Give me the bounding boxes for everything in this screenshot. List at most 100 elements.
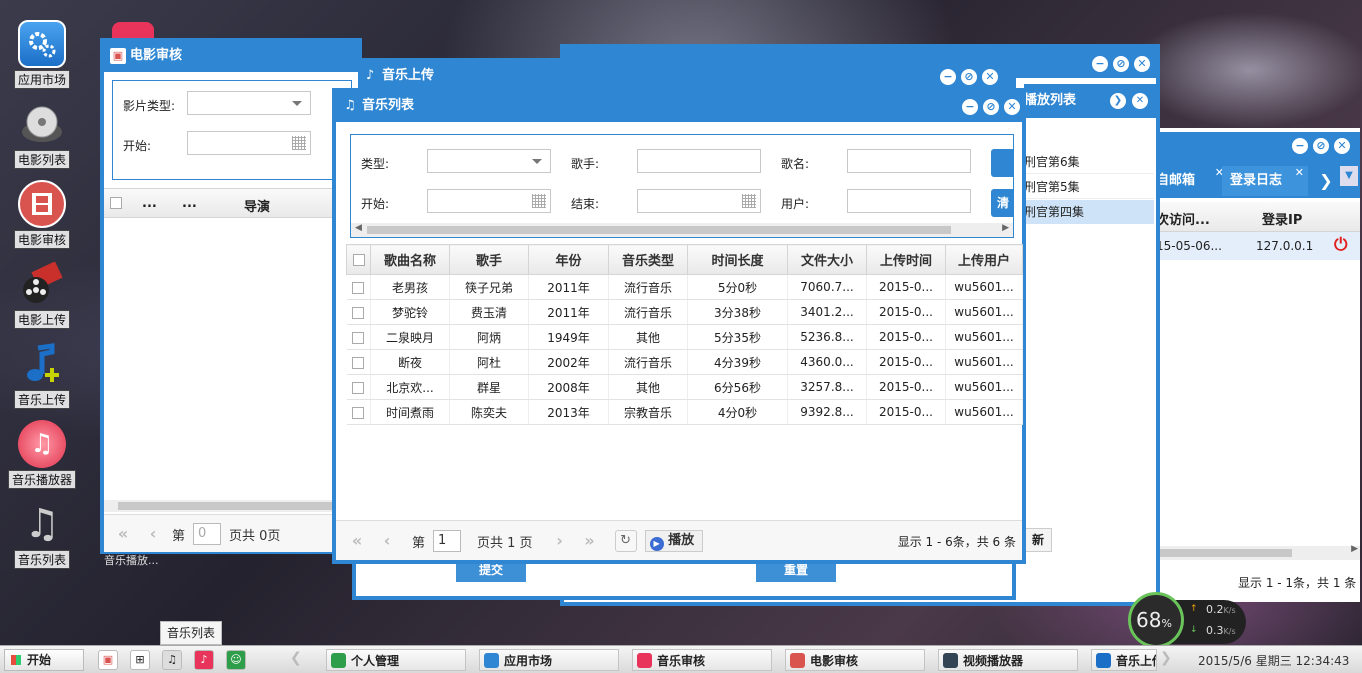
horizontal-scrollbar[interactable]: ◀ ▶ xyxy=(351,223,1013,237)
minimize-button[interactable]: − xyxy=(962,99,978,115)
maximize-button[interactable]: ⊘ xyxy=(1313,138,1329,154)
row-checkbox[interactable] xyxy=(352,406,365,419)
start-date-input[interactable] xyxy=(187,131,311,155)
quick-launch-music-list[interactable]: ♫ xyxy=(162,650,182,670)
row-checkbox[interactable] xyxy=(352,306,365,319)
row-checkbox-cell[interactable] xyxy=(346,274,371,300)
row-checkbox[interactable] xyxy=(352,331,365,344)
first-page-icon[interactable]: « xyxy=(346,530,368,552)
desktop-icon-music-list[interactable]: ♫ 音乐列表 xyxy=(6,500,78,569)
select-all-checkbox[interactable] xyxy=(352,253,365,266)
taskbar-item-movie-review[interactable]: 电影审核 xyxy=(785,649,925,671)
desktop-icon-music-upload[interactable]: 音乐上传 xyxy=(6,340,78,409)
row-checkbox[interactable] xyxy=(352,356,365,369)
table-row[interactable]: 断夜 阿杜 2002年 流行音乐 4分39秒 4360.0... 2015-0... wu56… xyxy=(346,349,1023,375)
page-input[interactable]: 1 xyxy=(433,530,462,552)
table-row[interactable]: 时间煮雨 陈奕夫 2013年 宗教音乐 4分0秒 9392.8... 2015-0... wu… xyxy=(346,399,1023,425)
row-checkbox[interactable] xyxy=(352,381,365,394)
col-duration[interactable]: 时间长度 xyxy=(687,244,788,275)
select-all-checkbox[interactable] xyxy=(110,197,122,209)
power-icon[interactable]: ⏻ xyxy=(1334,235,1347,255)
playlist-close-icon[interactable]: ✕ xyxy=(1132,93,1148,109)
play-button[interactable]: ▶ 播放 xyxy=(644,530,704,552)
desktop-icon-movie-list[interactable]: 电影列表 xyxy=(6,100,78,169)
tab-login-log[interactable]: 登录日志 ✕ xyxy=(1222,166,1308,196)
desktop-icon-app-market[interactable]: 应用市场 xyxy=(6,20,78,89)
desktop-icon-music-player[interactable]: ♫ 音乐播放器 xyxy=(6,420,78,489)
maximize-button[interactable]: ⊘ xyxy=(983,99,999,115)
table-row[interactable]: 二泉映月 阿炳 1949年 其他 5分35秒 5236.8... 2015-0... wu56… xyxy=(346,324,1023,350)
new-button[interactable]: 新 xyxy=(1024,528,1052,552)
col-song-name[interactable]: 歌曲名称 xyxy=(370,244,450,275)
clear-button[interactable]: 清 xyxy=(991,189,1013,217)
col-singer[interactable]: 歌手 xyxy=(449,244,529,275)
maximize-button[interactable]: ⊘ xyxy=(961,69,977,85)
row-checkbox-cell[interactable] xyxy=(346,399,371,425)
music-upload-icon xyxy=(1096,653,1111,668)
tab-mailbox[interactable]: 自邮箱 ✕ xyxy=(1156,166,1228,196)
list-item[interactable]: 刑官第5集 xyxy=(1024,175,1154,199)
start-button[interactable]: 开始 xyxy=(4,649,84,671)
row-checkbox-cell[interactable] xyxy=(346,374,371,400)
tab-menu-icon[interactable]: ▼ xyxy=(1340,166,1358,186)
col-file-size[interactable]: 文件大小 xyxy=(787,244,867,275)
quick-launch-music-player[interactable]: ♪ xyxy=(194,650,214,670)
minimize-button[interactable]: − xyxy=(1092,56,1108,72)
quick-launch-movie-upload[interactable]: ⊞ xyxy=(130,650,150,670)
calendar-icon[interactable] xyxy=(292,136,306,150)
taskbar-item-app-market[interactable]: 应用市场 xyxy=(479,649,619,671)
row-checkbox-cell[interactable] xyxy=(346,299,371,325)
song-input[interactable] xyxy=(847,149,971,173)
last-page-icon[interactable]: » xyxy=(579,530,601,552)
desktop-icon-movie-upload[interactable]: 电影上传 xyxy=(6,260,78,329)
search-button[interactable] xyxy=(991,149,1013,177)
calendar-icon[interactable] xyxy=(742,194,756,208)
close-button[interactable]: ✕ xyxy=(1334,138,1350,154)
quick-launch-movie-review[interactable]: ▣ xyxy=(98,650,118,670)
singer-input[interactable] xyxy=(637,149,761,173)
select-all-cell[interactable] xyxy=(346,244,371,275)
quick-launch-personal[interactable]: ☺ xyxy=(226,650,246,670)
page-input[interactable]: 0 xyxy=(193,523,222,545)
next-page-icon[interactable]: › xyxy=(549,530,571,552)
table-cell: 2011年 xyxy=(528,274,609,300)
close-button[interactable]: ✕ xyxy=(1134,56,1150,72)
col-upload-time[interactable]: 上传时间 xyxy=(866,244,946,275)
row-checkbox-cell[interactable] xyxy=(346,349,371,375)
col-year[interactable]: 年份 xyxy=(528,244,609,275)
close-button[interactable]: ✕ xyxy=(982,69,998,85)
movie-type-select[interactable] xyxy=(187,91,311,115)
taskbar-item-music-upload[interactable]: 音乐上传 xyxy=(1091,649,1157,671)
refresh-icon[interactable]: ↻ xyxy=(614,530,637,552)
prev-page-icon[interactable]: ‹ xyxy=(376,530,398,552)
close-button[interactable]: ✕ xyxy=(1004,99,1020,115)
table-row[interactable]: 老男孩 筷子兄弟 2011年 流行音乐 5分0秒 7060.7... 2015-0... wu… xyxy=(346,274,1023,300)
type-select[interactable] xyxy=(427,149,551,173)
taskbar-item-personal[interactable]: 个人管理 xyxy=(326,649,466,671)
taskbar-scroll-left-icon[interactable]: ❮ xyxy=(290,650,302,666)
row-checkbox[interactable] xyxy=(352,281,365,294)
taskbar-item-video-player[interactable]: 视频播放器 xyxy=(938,649,1078,671)
minimize-button[interactable]: − xyxy=(940,69,956,85)
list-item[interactable]: 刑官第四集 xyxy=(1024,200,1154,224)
video-player-icon xyxy=(943,653,958,668)
user-input[interactable] xyxy=(847,189,971,213)
calendar-icon[interactable] xyxy=(532,194,546,208)
taskbar-item-music-review[interactable]: 音乐审核 xyxy=(632,649,772,671)
table-row[interactable]: 梦驼铃 费玉清 2011年 流行音乐 3分38秒 3401.2... 2015-0... wu… xyxy=(346,299,1023,325)
col-music-type[interactable]: 音乐类型 xyxy=(608,244,688,275)
tab-scroll-right-icon[interactable]: ❯ xyxy=(1316,166,1336,196)
taskbar-scroll-right-icon[interactable]: ❯ xyxy=(1160,650,1172,666)
end-date-input[interactable] xyxy=(637,189,761,213)
maximize-button[interactable]: ⊘ xyxy=(1113,56,1129,72)
list-item[interactable]: 刑官第6集 xyxy=(1024,150,1154,174)
table-row[interactable]: 北京欢... 群星 2008年 其他 6分56秒 3257.8... 2015-0... wu… xyxy=(346,374,1023,400)
col-upload-user[interactable]: 上传用户 xyxy=(945,244,1023,275)
first-page-icon[interactable]: « xyxy=(112,523,134,545)
row-checkbox-cell[interactable] xyxy=(346,324,371,350)
prev-page-icon[interactable]: ‹ xyxy=(142,523,164,545)
minimize-button[interactable]: − xyxy=(1292,138,1308,154)
playlist-nav-icon[interactable]: ❯ xyxy=(1110,93,1126,109)
start-date-input[interactable] xyxy=(427,189,551,213)
desktop-icon-movie-review[interactable]: 电影审核 xyxy=(6,180,78,249)
